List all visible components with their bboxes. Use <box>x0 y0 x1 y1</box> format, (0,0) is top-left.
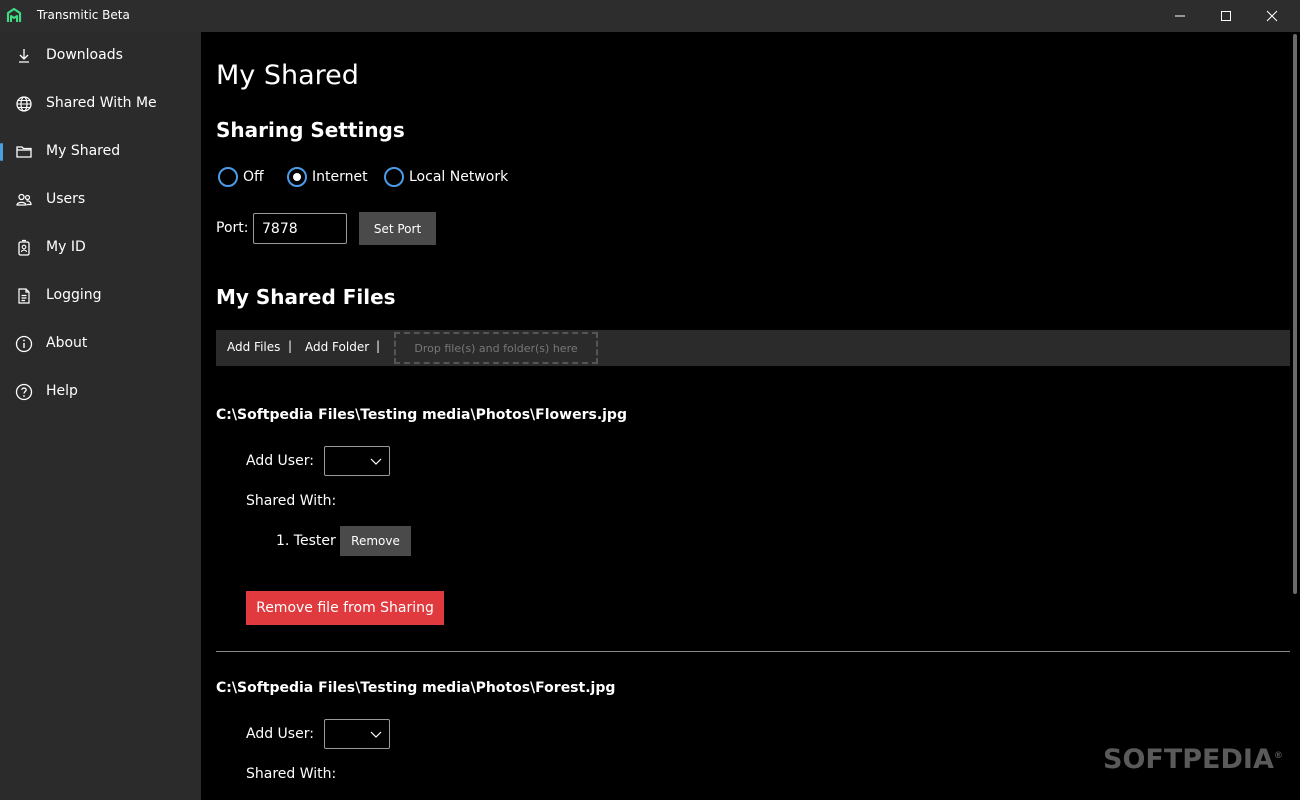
sidebar-item-my-shared[interactable]: My Shared <box>0 132 201 172</box>
radio-label: Off <box>243 169 264 185</box>
close-button[interactable] <box>1249 0 1295 32</box>
sidebar-item-label: Users <box>46 191 86 207</box>
maximize-button[interactable] <box>1203 0 1249 32</box>
sidebar-item-downloads[interactable]: Downloads <box>0 36 201 76</box>
shared-user-item: 1. Tester <box>276 533 336 549</box>
shared-with-label: Shared With: <box>246 493 337 509</box>
sidebar-item-label: Help <box>46 383 78 399</box>
watermark-text: SOFTPEDIA <box>1103 744 1274 775</box>
file-divider <box>216 651 1290 652</box>
radio-label: Local Network <box>409 169 509 185</box>
remove-user-button[interactable]: Remove <box>340 526 411 556</box>
app-logo-icon <box>6 7 22 22</box>
chevron-down-icon <box>370 458 382 465</box>
add-user-label: Add User: <box>246 453 314 469</box>
port-label: Port: <box>216 220 249 236</box>
title-bar: Transmitic Beta <box>0 0 1300 32</box>
add-files-link[interactable]: Add Files <box>227 340 280 354</box>
sidebar-item-my-id[interactable]: My ID <box>0 228 201 268</box>
sidebar-item-label: Shared With Me <box>46 95 157 111</box>
info-icon <box>15 335 33 353</box>
vertical-scrollbar[interactable] <box>1290 32 1300 800</box>
close-icon <box>1266 10 1278 22</box>
set-port-button[interactable]: Set Port <box>359 212 436 245</box>
id-badge-icon <box>18 239 30 256</box>
toolbar-separator: | <box>376 339 381 353</box>
file-path: C:\Softpedia Files\Testing media\Photos\… <box>216 680 616 696</box>
shared-with-label: Shared With: <box>246 766 337 782</box>
add-user-label: Add User: <box>246 726 314 742</box>
sidebar-item-label: Downloads <box>46 47 123 63</box>
remove-file-button[interactable]: Remove file from Sharing <box>246 591 444 625</box>
page-title: My Shared <box>216 60 359 91</box>
window-title: Transmitic Beta <box>37 8 130 22</box>
sidebar-item-label: My Shared <box>46 143 121 159</box>
download-icon <box>19 49 29 63</box>
shared-files-toolbar: Add Files | Add Folder | Drop file(s) an… <box>216 330 1290 366</box>
minimize-button[interactable] <box>1157 0 1203 32</box>
radio-circle <box>218 167 238 187</box>
scrollbar-thumb[interactable] <box>1293 34 1297 594</box>
sidebar-item-about[interactable]: About <box>0 324 201 364</box>
port-input[interactable] <box>253 213 347 244</box>
document-icon <box>18 288 30 304</box>
folder-icon <box>16 146 32 158</box>
sidebar: Downloads Shared With Me My Shared Users… <box>0 32 201 800</box>
radio-label: Internet <box>312 169 368 185</box>
radio-internet[interactable]: Internet <box>287 166 368 188</box>
sidebar-item-help[interactable]: Help <box>0 372 201 412</box>
shared-files-heading: My Shared Files <box>216 285 396 309</box>
toolbar-separator: | <box>288 339 293 353</box>
add-folder-link[interactable]: Add Folder <box>305 340 369 354</box>
help-icon <box>15 383 33 401</box>
sidebar-item-label: About <box>46 335 88 351</box>
drop-zone[interactable]: Drop file(s) and folder(s) here <box>394 332 598 364</box>
add-user-select[interactable] <box>324 719 390 749</box>
radio-circle <box>384 167 404 187</box>
users-icon <box>16 193 32 206</box>
radio-circle-checked <box>287 167 307 187</box>
sidebar-item-users[interactable]: Users <box>0 180 201 220</box>
drop-zone-hint: Drop file(s) and folder(s) here <box>414 341 578 355</box>
file-path: C:\Softpedia Files\Testing media\Photos\… <box>216 407 627 423</box>
globe-icon <box>16 96 32 112</box>
sidebar-item-logging[interactable]: Logging <box>0 276 201 316</box>
minimize-icon <box>1175 15 1185 17</box>
watermark: SOFTPEDIA® <box>1103 744 1283 775</box>
radio-off[interactable]: Off <box>218 166 264 188</box>
sidebar-item-label: Logging <box>46 287 102 303</box>
radio-local-network[interactable]: Local Network <box>384 166 508 188</box>
sidebar-item-shared-with-me[interactable]: Shared With Me <box>0 84 201 124</box>
sidebar-item-label: My ID <box>46 239 86 255</box>
main-content: My Shared Sharing Settings Off Internet … <box>201 32 1290 800</box>
add-user-select[interactable] <box>324 446 390 476</box>
active-indicator <box>0 143 3 161</box>
sharing-settings-heading: Sharing Settings <box>216 118 405 142</box>
maximize-icon <box>1221 11 1231 21</box>
chevron-down-icon <box>370 731 382 738</box>
watermark-mark: ® <box>1273 751 1283 761</box>
